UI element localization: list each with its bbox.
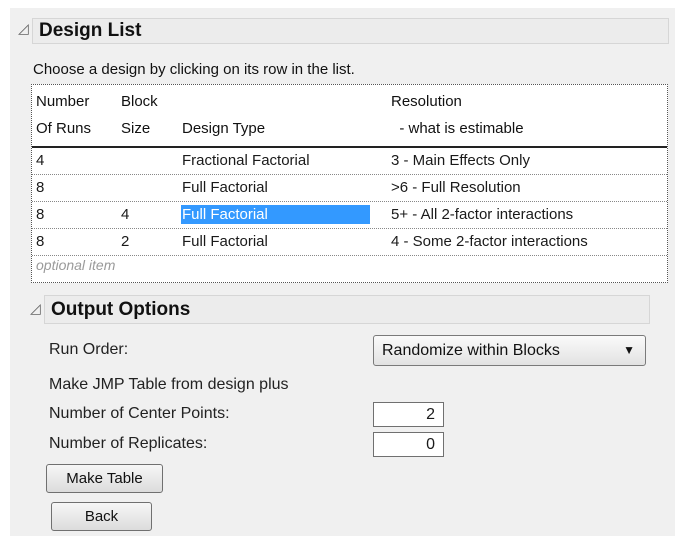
center-points-label: Number of Center Points: <box>49 405 230 422</box>
cell-resolution: 5+ - All 2-factor interactions <box>391 206 574 223</box>
run-order-dropdown[interactable]: Randomize within Blocks ▼ <box>373 335 646 366</box>
col-header-runs-1: Number <box>36 93 90 110</box>
design-list-title-bar[interactable]: Design List <box>32 18 669 44</box>
design-list-title: Design List <box>39 20 142 41</box>
row-divider <box>32 255 667 256</box>
cell-runs: 8 <box>36 233 45 250</box>
center-points-field[interactable]: 2 <box>373 402 444 427</box>
col-header-resolution-1: Resolution <box>391 93 462 110</box>
cell-type: Full Factorial <box>182 233 268 250</box>
cell-runs: 8 <box>36 206 45 223</box>
optional-item-placeholder[interactable]: optional item <box>36 257 115 273</box>
cell-type: Full Factorial <box>181 205 370 224</box>
replicates-field[interactable]: 0 <box>373 432 444 457</box>
selected-cell-highlight: Full Factorial <box>181 205 370 225</box>
col-header-runs-2: Of Runs <box>36 120 92 137</box>
col-header-type: Design Type <box>182 120 266 137</box>
run-order-value: Randomize within Blocks <box>382 341 560 359</box>
cell-block: 4 <box>121 206 130 223</box>
cell-resolution: 4 - Some 2-factor interactions <box>391 233 588 250</box>
table-row[interactable]: 8 2 Full Factorial 4 - Some 2-factor int… <box>32 229 667 256</box>
output-options-title: Output Options <box>51 298 191 320</box>
table-row[interactable]: 4 Fractional Factorial 3 - Main Effects … <box>32 148 667 175</box>
cell-runs: 4 <box>36 152 45 169</box>
replicates-label: Number of Replicates: <box>49 435 208 452</box>
col-header-resolution-2: - what is estimable <box>391 120 524 137</box>
cell-type: Full Factorial <box>182 179 268 196</box>
cell-type: Fractional Factorial <box>182 152 310 169</box>
make-table-button[interactable]: Make Table <box>46 464 163 493</box>
instruction-text: Choose a design by clicking on its row i… <box>33 61 355 78</box>
back-button[interactable]: Back <box>51 502 152 531</box>
table-row[interactable]: 8 Full Factorial >6 - Full Resolution <box>32 175 667 202</box>
cell-runs: 8 <box>36 179 45 196</box>
cell-block: 2 <box>121 233 130 250</box>
cell-resolution: >6 - Full Resolution <box>391 179 521 196</box>
output-options-title-bar[interactable]: Output Options <box>44 295 650 324</box>
col-header-block-1: Block <box>121 93 158 110</box>
caret-down-icon: ▼ <box>623 343 635 357</box>
col-header-block-2: Size <box>121 120 151 137</box>
table-header: Number Of Runs Block Size Design Type Re… <box>32 85 667 147</box>
run-order-label: Run Order: <box>49 341 129 358</box>
make-table-from-label: Make JMP Table from design plus <box>49 376 289 393</box>
table-row-selected[interactable]: 8 4 Full Factorial 5+ - All 2-factor int… <box>32 202 667 229</box>
cell-resolution: 3 - Main Effects Only <box>391 152 530 169</box>
design-list-table[interactable]: Number Of Runs Block Size Design Type Re… <box>31 84 668 283</box>
